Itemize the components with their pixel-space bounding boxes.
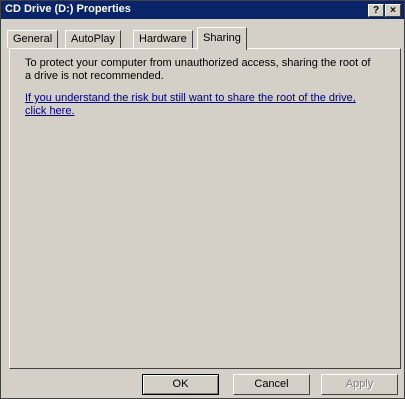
apply-button: Apply [321,374,398,395]
tab-sharing[interactable]: Sharing [197,27,247,50]
tab-hardware[interactable]: Hardware [133,30,193,48]
close-button[interactable]: × [385,4,401,17]
window-title: CD Drive (D:) Properties [5,3,131,15]
tab-general[interactable]: General [7,30,59,48]
sharing-warning-text: To protect your computer from unauthoriz… [25,57,371,82]
cancel-button[interactable]: Cancel [233,374,310,395]
ok-button[interactable]: OK [142,374,219,395]
share-root-link[interactable]: If you understand the risk but still wan… [25,92,370,118]
tab-autoplay[interactable]: AutoPlay [65,30,122,48]
properties-dialog: CD Drive (D:) Properties ? × General Aut… [0,0,405,399]
help-button[interactable]: ? [368,4,384,17]
title-bar[interactable]: CD Drive (D:) Properties ? × [1,1,404,19]
